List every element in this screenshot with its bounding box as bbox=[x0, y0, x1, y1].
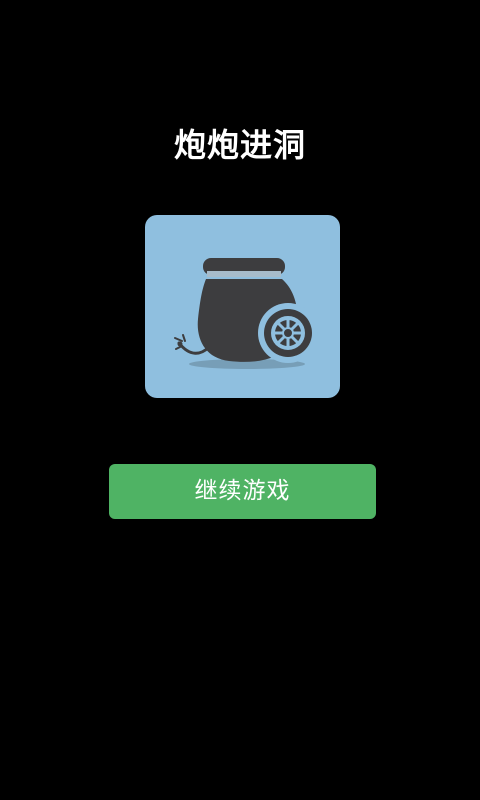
game-icon-tile bbox=[145, 215, 340, 398]
cannon-wheel-hub bbox=[282, 327, 294, 339]
cannon-icon bbox=[145, 215, 340, 398]
game-title: 炮炮进洞 bbox=[173, 126, 306, 164]
cannon-muzzle-band bbox=[207, 271, 281, 277]
game-start-screen: 炮炮进洞 继续游戏 bbox=[0, 0, 480, 800]
continue-game-button[interactable]: 继续游戏 bbox=[109, 464, 376, 519]
